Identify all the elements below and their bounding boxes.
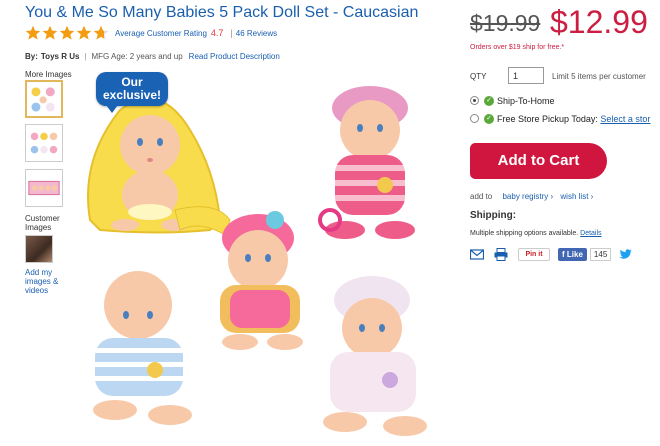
old-price: $19.99 [470,10,541,36]
shipping-details-link[interactable]: Details [580,230,601,237]
product-description-link[interactable]: Read Product Description [189,52,280,61]
by-label: By: [25,52,38,61]
doll-white-hat [323,276,427,436]
product-title: You & Me So Many Babies 5 Pack Doll Set … [25,4,419,21]
doll-pink-hat [220,211,303,350]
store-pickup-label: Free Store Pickup Today: [497,114,598,124]
star-rating[interactable] [25,25,109,41]
meta-row: By: Toys R Us | MFG Age: 2 years and up … [25,52,280,61]
add-images-link[interactable]: Add my images & videos [25,268,65,295]
star-icon [76,25,92,41]
doll-pink-stripes [318,86,415,239]
select-store-link[interactable]: Select a stor [600,114,650,124]
doll-yellow-towel [87,97,231,236]
email-icon[interactable] [469,248,485,261]
facebook-like-count: 145 [589,247,612,261]
facebook-like-button[interactable]: f Like [558,247,587,261]
meta-separator: | [84,52,87,61]
check-icon: ✓ [484,114,494,124]
twitter-icon[interactable] [619,248,633,261]
shipping-info: Multiple shipping options available. Det… [470,230,602,237]
product-main-image[interactable] [80,70,460,446]
customer-images-label: Customer Images [25,214,60,232]
shipping-heading: Shipping: [470,210,517,221]
thumbnail-2[interactable] [25,124,63,162]
doll-blue-stripes [93,271,192,425]
reviews-link[interactable]: 46 Reviews [236,29,277,38]
pinterest-button[interactable]: Pin it [518,247,550,261]
rating-separator: | [230,28,233,38]
ship-to-home-radio[interactable] [470,96,479,105]
thumbnail-1[interactable] [25,80,63,118]
qty-label: QTY [470,72,487,81]
star-icon [25,25,41,41]
print-icon[interactable] [494,247,508,261]
add-to-row: add to baby registry › wish list › [470,192,598,201]
qty-limit: Limit 5 items per customer [552,72,646,81]
store-pickup-option: Free Store Pickup Today: Select a stor [497,114,650,124]
brand-link[interactable]: Toys R Us [41,52,80,61]
rating-row: Average Customer Rating 4.7 | 46 Reviews [25,25,277,41]
facebook-like-label: Like [566,249,583,259]
share-row: Pin it f Like 145 [469,247,643,261]
ship-to-home-label: Ship-To-Home [497,96,555,106]
thumbnail-3[interactable] [25,169,63,207]
wish-list-link[interactable]: wish list › [560,192,593,201]
add-to-cart-button[interactable]: Add to Cart [470,143,607,179]
sale-price: $12.99 [550,4,648,40]
half-star-icon [93,25,109,41]
customer-image-thumbnail[interactable] [25,235,53,263]
facebook-icon: f [562,249,565,259]
qty-input[interactable] [508,67,544,84]
mfg-age: MFG Age: 2 years and up [91,52,183,61]
rating-value: 4.7 [210,28,224,38]
star-icon [59,25,75,41]
free-shipping-note: Orders over $19 ship for free.* [470,44,565,51]
more-images-label: More Images [25,70,72,79]
shipping-text: Multiple shipping options available. [470,230,579,237]
check-icon: ✓ [484,96,494,106]
exclusive-badge: Our exclusive! [96,72,168,113]
rating-label: Average Customer Rating [115,28,207,38]
star-icon [42,25,58,41]
store-pickup-radio[interactable] [470,114,479,123]
baby-registry-link[interactable]: baby registry › [502,192,553,201]
add-to-label: add to [470,192,493,201]
